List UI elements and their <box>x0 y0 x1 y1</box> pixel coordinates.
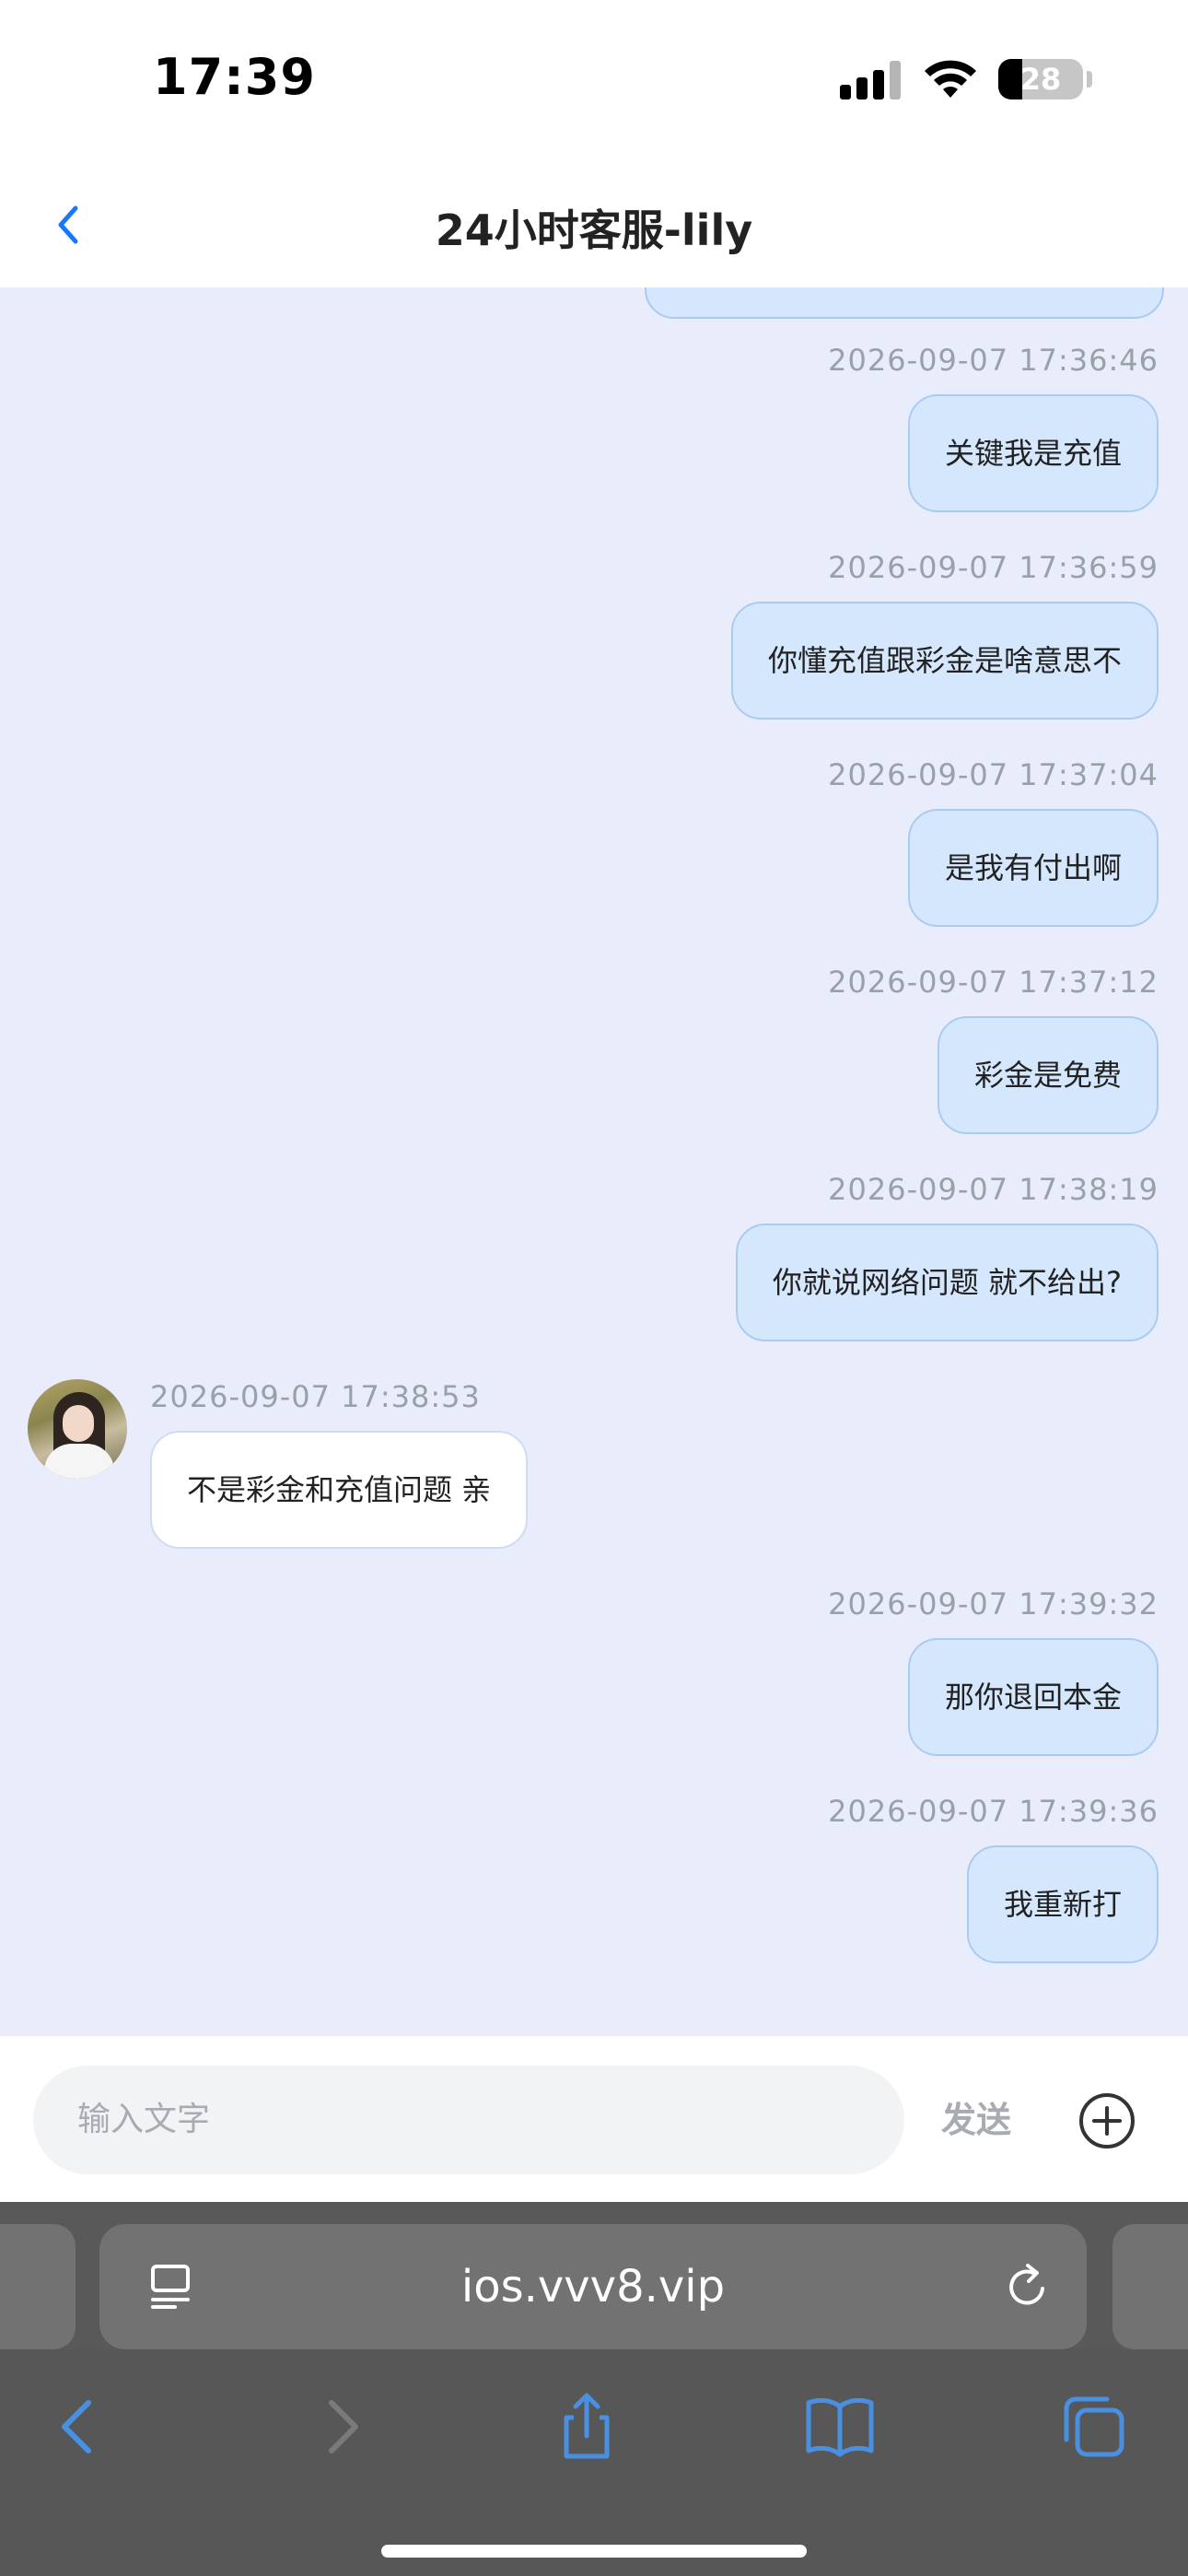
home-indicator <box>381 2545 807 2558</box>
battery-tip <box>1087 71 1092 88</box>
message-timestamp: 2026-09-07 17:39:32 <box>828 1587 1159 1622</box>
my-message-bubble[interactable]: 关键我是充值 <box>907 394 1159 512</box>
message-timestamp: 2026-09-07 17:36:46 <box>828 343 1159 378</box>
cellular-signal-icon <box>840 61 904 100</box>
previous-tab-preview[interactable] <box>0 2224 76 2349</box>
message-timestamp: 2026-09-07 17:38:19 <box>828 1172 1159 1207</box>
bookmarks-icon[interactable] <box>803 2390 877 2464</box>
avatar-face <box>63 1405 94 1442</box>
tabs-icon[interactable] <box>1057 2390 1131 2464</box>
share-icon[interactable] <box>550 2390 623 2464</box>
message-timestamp: 2026-09-07 17:37:04 <box>828 757 1159 792</box>
message-timestamp: 2026-09-07 17:38:53 <box>150 1379 481 1414</box>
back-icon[interactable] <box>42 2390 116 2464</box>
message-composer: 输入文字 发送 <box>0 2036 1188 2202</box>
message-timestamp: 2026-09-07 17:39:36 <box>828 1794 1159 1829</box>
next-tab-preview[interactable] <box>1112 2224 1188 2349</box>
my-message-bubble[interactable]: 你懂充值跟彩金是啥意思不 <box>730 602 1159 720</box>
message-input[interactable]: 输入文字 <box>33 2066 904 2174</box>
my-message-bubble[interactable]: 你就说网络问题 就不给出? <box>735 1224 1159 1341</box>
status-time: 17:39 <box>153 48 316 106</box>
add-attachment-icon[interactable] <box>1077 2091 1136 2150</box>
reload-icon[interactable] <box>1002 2261 1054 2313</box>
battery-level: 28 <box>1019 62 1062 97</box>
wifi-icon <box>925 60 976 98</box>
agent-avatar[interactable] <box>28 1379 127 1479</box>
browser-toolbar <box>0 2349 1188 2576</box>
chat-message-list[interactable]: 2026-09-07 17:36:46 关键我是充值 2026-09-07 17… <box>0 287 1188 2036</box>
avatar-body <box>44 1444 114 1479</box>
message-timestamp: 2026-09-07 17:37:12 <box>828 965 1159 1000</box>
battery-icon: 28 <box>998 59 1083 100</box>
my-message-bubble[interactable]: 是我有付出啊 <box>907 809 1159 927</box>
forward-icon[interactable] <box>304 2390 378 2464</box>
message-timestamp: 2026-09-07 17:36:59 <box>828 550 1159 585</box>
my-message-bubble[interactable]: 那你退回本金 <box>907 1638 1159 1756</box>
my-message-bubble[interactable]: 我重新打 <box>966 1845 1159 1963</box>
page-title: 24小时客服-lily <box>435 205 753 255</box>
status-bar: 17:39 28 <box>0 0 1188 161</box>
url-field[interactable]: ios.vvv8.vip <box>99 2224 1087 2349</box>
agent-message-bubble[interactable]: 不是彩金和充值问题 亲 <box>150 1431 529 1549</box>
browser-address-bar: ios.vvv8.vip <box>0 2202 1188 2349</box>
send-button[interactable]: 发送 <box>941 2066 1011 2174</box>
url-text: ios.vvv8.vip <box>460 2261 726 2313</box>
my-message-bubble[interactable]: 彩金是免费 <box>937 1016 1159 1134</box>
previous-message-bubble <box>645 287 1164 319</box>
